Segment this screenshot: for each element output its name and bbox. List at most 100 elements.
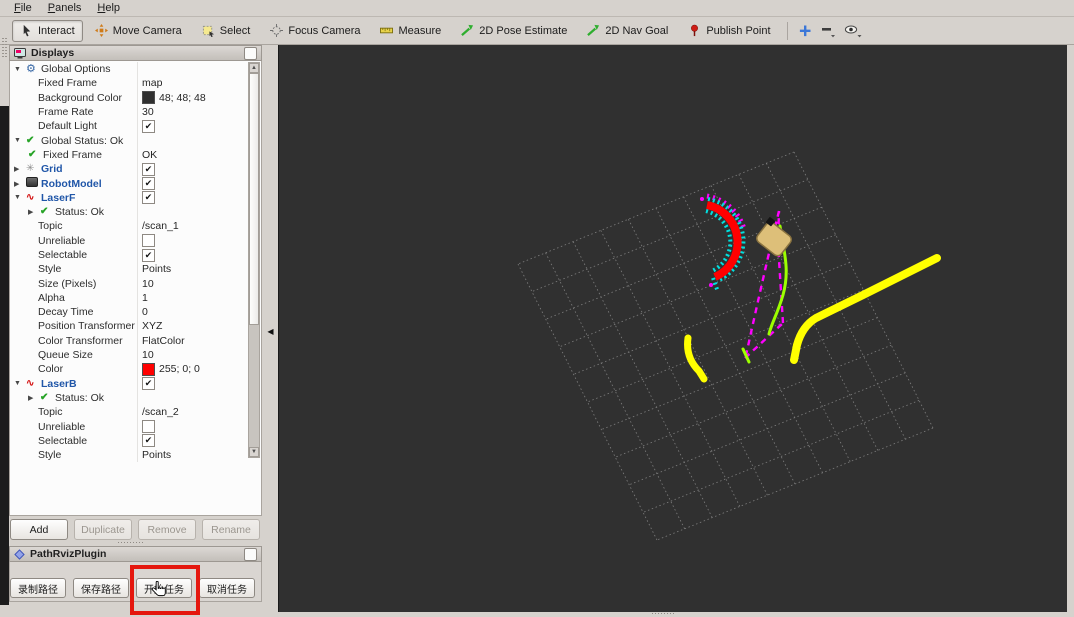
- float-panel-button[interactable]: [244, 46, 257, 60]
- expander-icon[interactable]: ▶: [14, 165, 26, 173]
- tree-row[interactable]: Topic/scan_1: [10, 219, 248, 234]
- tree-row[interactable]: Alpha 1: [10, 290, 248, 306]
- expander-icon[interactable]: ▼: [14, 66, 26, 73]
- property-value[interactable]: /scan_2: [137, 405, 248, 420]
- panel-splitter[interactable]: [118, 541, 144, 545]
- checkbox[interactable]: ✔: [142, 177, 155, 191]
- tree-row[interactable]: Unreliable: [10, 233, 248, 248]
- tool-interact[interactable]: Interact: [12, 19, 83, 42]
- checkbox[interactable]: ✔: [142, 434, 155, 448]
- tree-row[interactable]: Frame Rate 30: [10, 104, 248, 120]
- tree-row[interactable]: Size (Pixels) 10: [10, 276, 248, 291]
- tool-select[interactable]: Select: [194, 20, 259, 42]
- tree-row[interactable]: Default Light ✔: [10, 119, 248, 134]
- tool-2d-pose-estimate[interactable]: 2D Pose Estimate: [453, 20, 575, 42]
- property-value[interactable]: ✔: [137, 190, 248, 205]
- checkbox[interactable]: ✔: [142, 377, 155, 391]
- property-value[interactable]: ✔: [137, 176, 248, 191]
- displays-tree[interactable]: ▼ ⚙ Global Options Fixed Frame map Background…: [9, 61, 262, 516]
- property-value[interactable]: 10: [137, 276, 248, 291]
- tree-row[interactable]: ✔ Fixed Frame OK: [10, 147, 248, 163]
- checkbox[interactable]: ✔: [142, 162, 155, 176]
- tree-row[interactable]: ▼ ∿ LaserB ✔: [10, 376, 248, 391]
- remove-tool-button[interactable]: [818, 21, 838, 40]
- property-value[interactable]: [137, 62, 248, 77]
- add-tool-button[interactable]: [796, 22, 814, 40]
- tree-row[interactable]: Decay Time 0: [10, 305, 248, 320]
- record-path-button[interactable]: 录制路径: [10, 578, 66, 598]
- property-value[interactable]: [137, 233, 248, 248]
- checkbox[interactable]: ✔: [142, 191, 155, 205]
- scrollbar-thumb[interactable]: [249, 73, 259, 325]
- property-value[interactable]: 1: [137, 290, 248, 306]
- tree-row[interactable]: Style Points: [10, 448, 248, 463]
- tool-properties-button[interactable]: [842, 21, 864, 40]
- tree-row[interactable]: Color Transformer FlatColor: [10, 333, 248, 348]
- expander-icon[interactable]: ▶: [14, 180, 26, 188]
- tree-row[interactable]: Unreliable: [10, 419, 248, 434]
- tree-scrollbar[interactable]: ▲ ▼: [248, 62, 260, 458]
- property-value[interactable]: ✔: [137, 247, 248, 263]
- property-value[interactable]: ✔: [137, 119, 248, 134]
- expander-icon[interactable]: ▼: [14, 137, 26, 144]
- scroll-up-arrow[interactable]: ▲: [249, 63, 259, 73]
- checkbox[interactable]: [142, 420, 155, 434]
- checkbox[interactable]: ✔: [142, 119, 155, 133]
- scroll-down-arrow[interactable]: ▼: [249, 447, 259, 457]
- property-value[interactable]: [137, 390, 248, 406]
- tree-row[interactable]: ▼ ⚙ Global Options: [10, 62, 248, 77]
- menu-file[interactable]: File: [6, 1, 40, 15]
- tree-row[interactable]: ▶ RobotModel ✔: [10, 176, 248, 191]
- property-value[interactable]: 255; 0; 0: [137, 362, 248, 377]
- tree-row[interactable]: Background Color 48; 48; 48: [10, 90, 248, 105]
- property-value[interactable]: [137, 133, 248, 148]
- float-panel-button[interactable]: [244, 547, 257, 561]
- panel-collapse-arrow[interactable]: ◀: [264, 320, 277, 342]
- menu-panels[interactable]: Panels: [40, 1, 90, 15]
- property-value[interactable]: 48; 48; 48: [137, 90, 248, 105]
- duplicate-button[interactable]: Duplicate: [74, 519, 132, 540]
- tool-move-camera[interactable]: Move Camera: [87, 20, 190, 42]
- property-value[interactable]: XYZ: [137, 319, 248, 334]
- expander-icon[interactable]: ▼: [14, 380, 26, 387]
- save-path-button[interactable]: 保存路径: [73, 578, 129, 598]
- toolbar-grip[interactable]: [2, 38, 7, 58]
- color-swatch[interactable]: [142, 91, 155, 105]
- remove-button[interactable]: Remove: [138, 519, 196, 540]
- tree-row[interactable]: Color 255; 0; 0: [10, 362, 248, 377]
- tree-row[interactable]: Fixed Frame map: [10, 76, 248, 91]
- displays-panel-header[interactable]: Displays: [9, 45, 262, 61]
- tree-row[interactable]: ▶ ✳ Grid ✔: [10, 162, 248, 177]
- rename-button[interactable]: Rename: [202, 519, 260, 540]
- property-value[interactable]: 0: [137, 305, 248, 320]
- pathrvizplugin-panel-header[interactable]: PathRvizPlugin: [9, 546, 262, 562]
- property-value[interactable]: [137, 419, 248, 434]
- tool-publish-point[interactable]: Publish Point: [680, 20, 778, 42]
- add-button[interactable]: Add: [10, 519, 68, 540]
- property-value[interactable]: Points: [137, 262, 248, 277]
- property-value[interactable]: [137, 204, 248, 220]
- tree-row[interactable]: Selectable ✔: [10, 433, 248, 449]
- property-value[interactable]: map: [137, 76, 248, 91]
- property-value[interactable]: /scan_1: [137, 219, 248, 234]
- checkbox[interactable]: ✔: [142, 248, 155, 262]
- tool-2d-nav-goal[interactable]: 2D Nav Goal: [579, 20, 676, 42]
- property-value[interactable]: FlatColor: [137, 333, 248, 348]
- property-value[interactable]: ✔: [137, 433, 248, 449]
- viewport-splitter[interactable]: [652, 612, 674, 615]
- tree-row[interactable]: ▼ ✔ Global Status: Ok: [10, 133, 248, 148]
- color-swatch[interactable]: [142, 362, 155, 376]
- checkbox[interactable]: [142, 234, 155, 248]
- expander-icon[interactable]: ▼: [14, 194, 26, 201]
- property-value[interactable]: 10: [137, 347, 248, 363]
- tool-measure[interactable]: Measure: [372, 20, 449, 42]
- menu-help[interactable]: Help: [89, 1, 128, 15]
- property-value[interactable]: ✔: [137, 376, 248, 391]
- property-value[interactable]: Points: [137, 448, 248, 463]
- tree-row[interactable]: Topic/scan_2: [10, 405, 248, 420]
- render-viewport[interactable]: [278, 45, 1067, 612]
- tree-row[interactable]: ▼ ∿ LaserF ✔: [10, 190, 248, 205]
- property-value[interactable]: OK: [137, 147, 248, 163]
- tree-row[interactable]: Style Points: [10, 262, 248, 277]
- tree-row[interactable]: ▶ ✔ Status: Ok: [10, 390, 248, 406]
